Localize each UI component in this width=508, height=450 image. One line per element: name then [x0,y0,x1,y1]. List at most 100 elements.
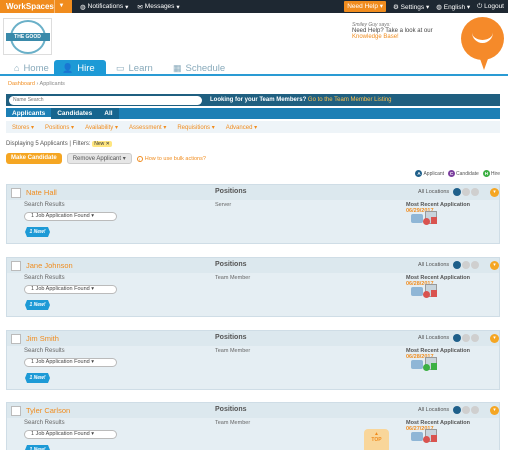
subtab-all[interactable]: All [98,108,119,119]
new-badge: 1 New! [25,300,50,310]
knowledge-base-link[interactable]: Knowledge Base! [352,34,462,40]
assessment-status-icon [423,436,430,443]
name-search-input[interactable] [9,95,202,105]
tab-learn[interactable]: ▭ Learn [108,60,161,76]
resume-icon[interactable] [411,360,423,369]
remove-applicant-button[interactable]: Remove Applicant ▾ [66,153,132,164]
settings-menu[interactable]: ⚙ Settings ▾ [393,3,429,11]
filter-assessment[interactable]: Assessment ▾ [129,124,166,131]
breadcrumb-dashboard[interactable]: Dashboard [8,81,35,87]
select-checkbox[interactable] [11,406,21,416]
applicant-name[interactable]: Nate Hall [26,188,57,197]
all-locations-label: All Locations [418,262,450,268]
select-checkbox[interactable] [11,261,21,271]
filter-advanced[interactable]: Advanced ▾ [226,124,257,131]
applicant-subtabs: Applicants Candidates All [6,108,500,119]
legend-candidate-label: Candidate [456,171,479,177]
applicant-card-body: Search Results Server Most Recent Applic… [7,200,499,245]
assessment-status-icon [423,291,430,298]
job-application-dropdown[interactable]: 1 Job Application Found ▾ [24,212,117,221]
filter-availability[interactable]: Availability ▾ [85,124,118,131]
workspaces-label: WorkSpaces [6,2,54,11]
filter-bar: Stores ▾ Positions ▾ Availability ▾ Asse… [6,121,500,133]
tab-schedule[interactable]: ▦ Schedule [165,60,233,76]
select-checkbox[interactable] [11,334,21,344]
job-application-dropdown[interactable]: 1 Job Application Found ▾ [24,285,117,294]
breadcrumb-separator: › [36,81,39,87]
applicant-name[interactable]: Jim Smith [26,334,59,343]
scroll-top-button[interactable]: ▲ TOP [364,429,389,450]
candidate-status-dot [462,261,470,269]
applicant-role: Team Member [215,420,251,426]
tab-learn-label: Learn [128,62,153,74]
hire-status-dot [471,261,479,269]
bulk-actions-help-link[interactable]: i How to use bulk actions? [136,155,206,162]
applicant-name[interactable]: Jane Johnson [26,261,73,270]
job-application-dropdown[interactable]: 1 Job Application Found ▾ [24,358,117,367]
new-badge: 1 New! [25,445,50,450]
tab-schedule-label: Schedule [185,62,226,74]
application-icons [411,429,441,443]
applicant-card-header: Nate Hall Positions All Locations ▾ [7,185,499,200]
notifications-label: Notifications [87,3,124,10]
select-checkbox[interactable] [11,188,21,198]
notifications-menu[interactable]: ◍ Notifications ▾ [80,3,128,11]
messages-menu[interactable]: ✉ Messages ▾ [137,3,179,11]
smiley-guy-icon[interactable] [461,17,504,60]
applicant-card-header: Tyler Carlson Positions All Locations ▾ [7,403,499,418]
resume-icon[interactable] [411,432,423,441]
application-icons [411,284,441,298]
search-bar: Looking for your Team Members? Go to the… [6,94,500,106]
candidate-status-dot [462,406,470,414]
legend-hire-label: Hire [490,171,500,177]
candidate-status-dot [462,334,470,342]
filter-stores[interactable]: Stores ▾ [12,124,34,131]
home-icon: ⌂ [14,63,20,73]
need-help-button[interactable]: Need Help ▾ [344,1,387,12]
filter-tag-new[interactable]: New ✕ [92,141,112,147]
status-dots [453,334,479,342]
language-menu[interactable]: ◍ English ▾ [436,3,470,11]
results-summary-text: Displaying 5 Applicants | Filters: [6,141,91,147]
resume-icon[interactable] [411,214,423,223]
team-member-prompt: Looking for your Team Members? Go to the… [210,97,392,103]
hire-status-dot [471,188,479,196]
applicant-role: Team Member [215,275,251,281]
status-dots [453,261,479,269]
job-application-dropdown[interactable]: 1 Job Application Found ▾ [24,430,117,439]
team-member-listing-link[interactable]: Go to the Team Member Listing [308,97,392,103]
breadcrumb: Dashboard › Applicants [8,81,65,87]
expand-card-button[interactable]: ▾ [490,261,499,270]
expand-card-button[interactable]: ▾ [490,188,499,197]
company-logo[interactable]: THE GOOD [3,18,52,55]
all-locations-label: All Locations [418,335,450,341]
subtab-candidates[interactable]: Candidates [51,108,99,119]
assessment-flag-icon [431,363,437,370]
applicant-role: Server [215,202,232,208]
filter-positions[interactable]: Positions ▾ [45,124,74,131]
subtab-applicants[interactable]: Applicants [6,108,52,119]
positions-label: Positions [215,188,247,195]
resume-icon[interactable] [411,287,423,296]
breadcrumb-current: Applicants [39,81,65,87]
tab-home-label: Home [23,62,49,74]
filter-requisitions[interactable]: Requisitions ▾ [177,124,214,131]
expand-card-button[interactable]: ▾ [490,334,499,343]
applicant-card: Jane Johnson Positions All Locations ▾ S… [6,257,500,317]
tab-hire[interactable]: 👤 Hire [54,60,106,76]
workspaces-button[interactable]: WorkSpaces ▼ [0,0,72,13]
globe-icon: ◍ [80,3,86,11]
all-locations-label: All Locations [418,407,450,413]
tab-home[interactable]: ⌂ Home [6,60,57,76]
logout-button[interactable]: ⏻ Logout [477,3,504,11]
hire-status-icon: H [482,170,490,177]
scroll-top-label: TOP [371,437,382,443]
application-icons [411,211,441,225]
new-badge: 1 New! [25,373,50,383]
applicant-name[interactable]: Tyler Carlson [26,406,70,415]
make-candidate-button[interactable]: Make Candidate [6,153,62,164]
expand-card-button[interactable]: ▾ [490,406,499,415]
applicant-status-dot [453,334,461,342]
main-tabs: ⌂ Home 👤 Hire ▭ Learn ▦ Schedule [0,58,508,76]
search-results-label: Search Results [24,420,65,426]
